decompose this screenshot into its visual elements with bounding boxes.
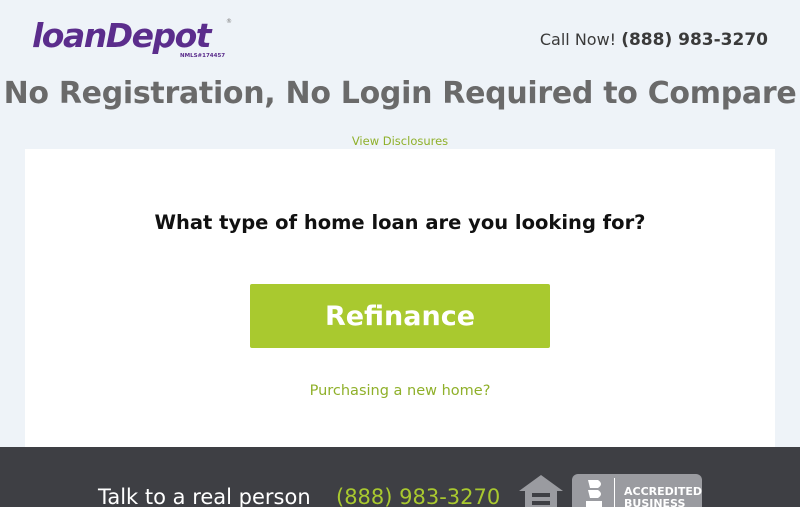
bbb-text-line2: BUSINESS bbox=[624, 497, 686, 507]
loandepot-logo[interactable]: loanDepot ® NMLS#174457 bbox=[30, 14, 235, 64]
view-disclosures-link[interactable]: View Disclosures bbox=[0, 134, 800, 148]
bbb-divider bbox=[614, 478, 615, 507]
header-phone-link[interactable]: (888) 983-3270 bbox=[621, 30, 768, 50]
page-header: loanDepot ® NMLS#174457 Call Now! (888) … bbox=[0, 0, 800, 80]
page-footer: Talk to a real person (888) 983-3270 ACC… bbox=[0, 447, 800, 507]
refinance-button[interactable]: Refinance bbox=[250, 284, 550, 348]
purchase-home-link[interactable]: Purchasing a new home? bbox=[25, 383, 775, 399]
talk-to-person-text: Talk to a real person bbox=[98, 485, 311, 507]
registered-mark: ® bbox=[226, 18, 232, 25]
bbb-text: ACCREDITED BUSINESS bbox=[624, 486, 702, 507]
bbb-accredited-badge[interactable]: ACCREDITED BUSINESS bbox=[572, 474, 702, 507]
loan-type-card: What type of home loan are you looking f… bbox=[25, 149, 775, 447]
nmls-number: NMLS#174457 bbox=[180, 53, 226, 59]
page-headline: No Registration, No Login Required to Co… bbox=[3, 76, 797, 111]
bbb-torch-icon bbox=[586, 480, 602, 507]
footer-phone-link[interactable]: (888) 983-3270 bbox=[336, 485, 500, 507]
logo-wordmark: loanDepot bbox=[32, 16, 212, 55]
call-now-label: Call Now! bbox=[539, 30, 617, 49]
equal-housing-icon bbox=[519, 475, 563, 507]
loan-type-question: What type of home loan are you looking f… bbox=[154, 211, 646, 234]
call-now: Call Now! (888) 983-3270 bbox=[540, 30, 768, 50]
